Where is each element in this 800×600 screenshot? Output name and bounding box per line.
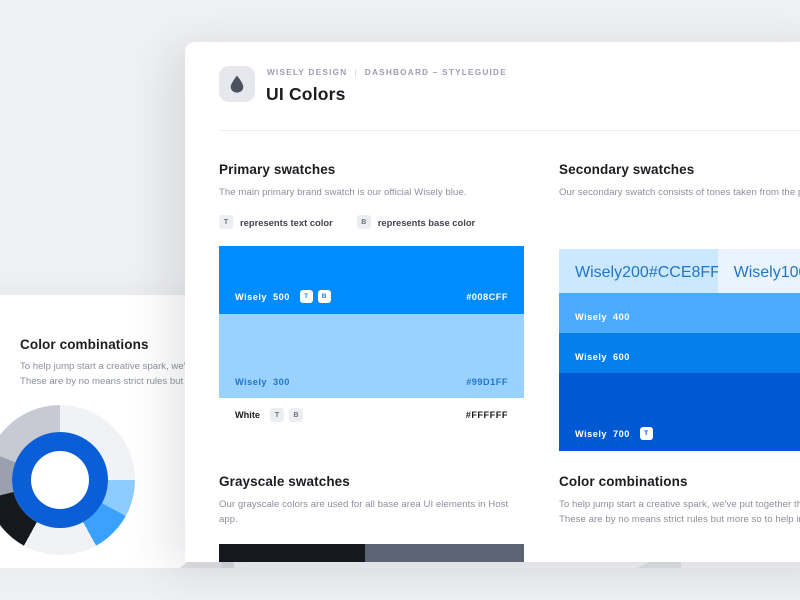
swatch-chips: TB	[299, 290, 331, 303]
swatch-meta-row: Wisely200 #CCE8FF	[575, 264, 720, 282]
swatch-name: Wisely200	[575, 264, 649, 282]
section-grayscale-swatches: Grayscale swatches Our grayscale colors …	[219, 474, 524, 562]
swatch-chip-t: T	[639, 427, 653, 440]
combinations-description: To help jump start a creative spark, we'…	[559, 499, 800, 525]
section-secondary-swatches: Secondary swatches Our secondary swatch …	[559, 162, 800, 451]
color-swatch[interactable]: Wisely 500 T B #008CFF	[219, 246, 524, 314]
swatch-family: White	[235, 410, 261, 420]
legend-label: represents base color	[377, 216, 476, 228]
swatch-name: Wisely100	[734, 264, 800, 282]
color-swatch[interactable]: Wisely100	[717, 249, 800, 293]
grayscale-segment[interactable]	[365, 544, 524, 562]
legend-item-t: Trepresents text color	[219, 215, 333, 229]
breadcrumb-brand: WISELY DESIGN	[267, 68, 348, 77]
swatch-chip-t: T	[270, 408, 285, 422]
legend-chip-b: B	[356, 215, 371, 229]
swatch-step: 300	[273, 377, 290, 387]
swatch-hex: #CCE8FF	[648, 264, 720, 281]
legend-label: represents text color	[240, 216, 333, 228]
color-swatch-white[interactable]: White T B #FFFFFF	[219, 398, 524, 432]
swatch-chip-b: B	[289, 408, 304, 422]
swatch-chip-b: B	[317, 290, 331, 303]
donut-chart-inner-ring	[12, 432, 108, 528]
swatch-name: Wisely 500 T B	[235, 290, 331, 303]
breadcrumb-path: DASHBOARD – STYLEGUIDE	[364, 68, 507, 77]
swatch-hex: #008CFF	[466, 291, 508, 302]
page-title: UI Colors	[266, 84, 346, 104]
swatch-hex: #99D1FF	[466, 377, 508, 387]
secondary-split-row: Wisely200#CCE8FFWisely100	[559, 249, 800, 293]
legend-chip-t: T	[219, 215, 233, 229]
secondary-description: Our secondary swatch consists of tones t…	[559, 187, 800, 198]
secondary-swatch-stack: Wisely200#CCE8FFWisely100Wisely400Wisely…	[559, 249, 800, 451]
color-swatch[interactable]: Wisely 400	[559, 293, 800, 333]
color-swatch[interactable]: Wisely 600	[559, 333, 800, 373]
swatch-meta-row: Wisely 300 #99D1FF	[235, 377, 508, 387]
section-color-combinations: Color combinations To help jump start a …	[559, 474, 800, 527]
swatch-meta-row: Wisely 700 T	[575, 427, 800, 440]
color-swatch[interactable]: Wisely200 #CCE8FF	[559, 249, 720, 293]
primary-description: The main primary brand swatch is our off…	[219, 187, 467, 198]
swatch-name: Wisely 600	[575, 352, 630, 362]
swatch-legend: Trepresents text color Brepresents base c…	[219, 215, 524, 229]
swatch-step: 100	[780, 264, 800, 281]
water-drop-icon	[219, 66, 255, 102]
color-swatch[interactable]: Wisely 700 T	[559, 373, 800, 451]
swatch-name: Wisely 300	[235, 377, 290, 387]
primary-swatch-stack: Wisely 500 T B #008CFF Wisely 300 #99D1FF White T…	[219, 246, 524, 432]
swatch-family: Wisely	[235, 291, 268, 302]
swatch-hex: #FFFFFF	[465, 410, 508, 420]
legend-item-b: Brepresents base color	[356, 215, 476, 229]
header-divider	[219, 130, 800, 131]
styleguide-panel: WISELY DESIGN | DASHBOARD – STYLEGUIDE UI …	[185, 42, 800, 562]
swatch-chips: T	[639, 427, 653, 440]
grayscale-swatch-bar	[219, 544, 524, 562]
color-swatch[interactable]: Wisely 300 #99D1FF	[219, 314, 524, 398]
swatch-meta-row: Wisely 400	[575, 312, 800, 322]
swatch-family: Wisely	[235, 377, 268, 387]
breadcrumb-divider: |	[354, 68, 358, 77]
grayscale-segment[interactable]	[219, 544, 366, 562]
swatch-name: Wisely 400	[575, 312, 630, 322]
swatch-name: Wisely 700 T	[575, 427, 653, 440]
swatch-step: 500	[273, 291, 290, 302]
swatch-family: Wisely	[575, 352, 608, 362]
swatch-family: Wisely	[575, 428, 608, 439]
screenshot-root: Color combinations To help jump start a …	[0, 0, 800, 600]
swatch-chips: TB	[270, 408, 304, 422]
panel-header: WISELY DESIGN | DASHBOARD – STYLEGUIDE UI …	[185, 42, 800, 131]
swatch-meta-row: Wisely 600	[575, 352, 800, 362]
combinations-heading: Color combinations	[559, 474, 688, 489]
swatch-name: White T B	[235, 408, 304, 422]
swatch-step: 400	[613, 312, 630, 322]
swatch-family: Wisely	[575, 264, 623, 281]
donut-inner-hole	[31, 451, 89, 509]
page-background-strip	[0, 568, 800, 600]
bg-card-heading: Color combinations	[20, 337, 149, 352]
swatch-family: Wisely	[733, 264, 781, 281]
grayscale-description: Our grayscale colors are used for all ba…	[219, 499, 509, 525]
secondary-heading: Secondary swatches	[559, 162, 695, 177]
swatch-chip-t: T	[299, 290, 313, 303]
breadcrumb: WISELY DESIGN | DASHBOARD – STYLEGUIDE	[267, 68, 507, 77]
primary-heading: Primary swatches	[219, 162, 336, 177]
section-primary-swatches: Primary swatches The main primary brand …	[219, 162, 524, 432]
swatch-step: 200	[622, 264, 649, 281]
grayscale-heading: Grayscale swatches	[219, 474, 350, 489]
swatch-step: 700	[613, 428, 630, 439]
swatch-family: Wisely	[575, 312, 608, 322]
swatch-step: 600	[613, 352, 630, 362]
swatch-meta-row: Wisely 500 T B #008CFF	[235, 290, 508, 303]
swatch-meta-row: Wisely100	[734, 264, 800, 282]
